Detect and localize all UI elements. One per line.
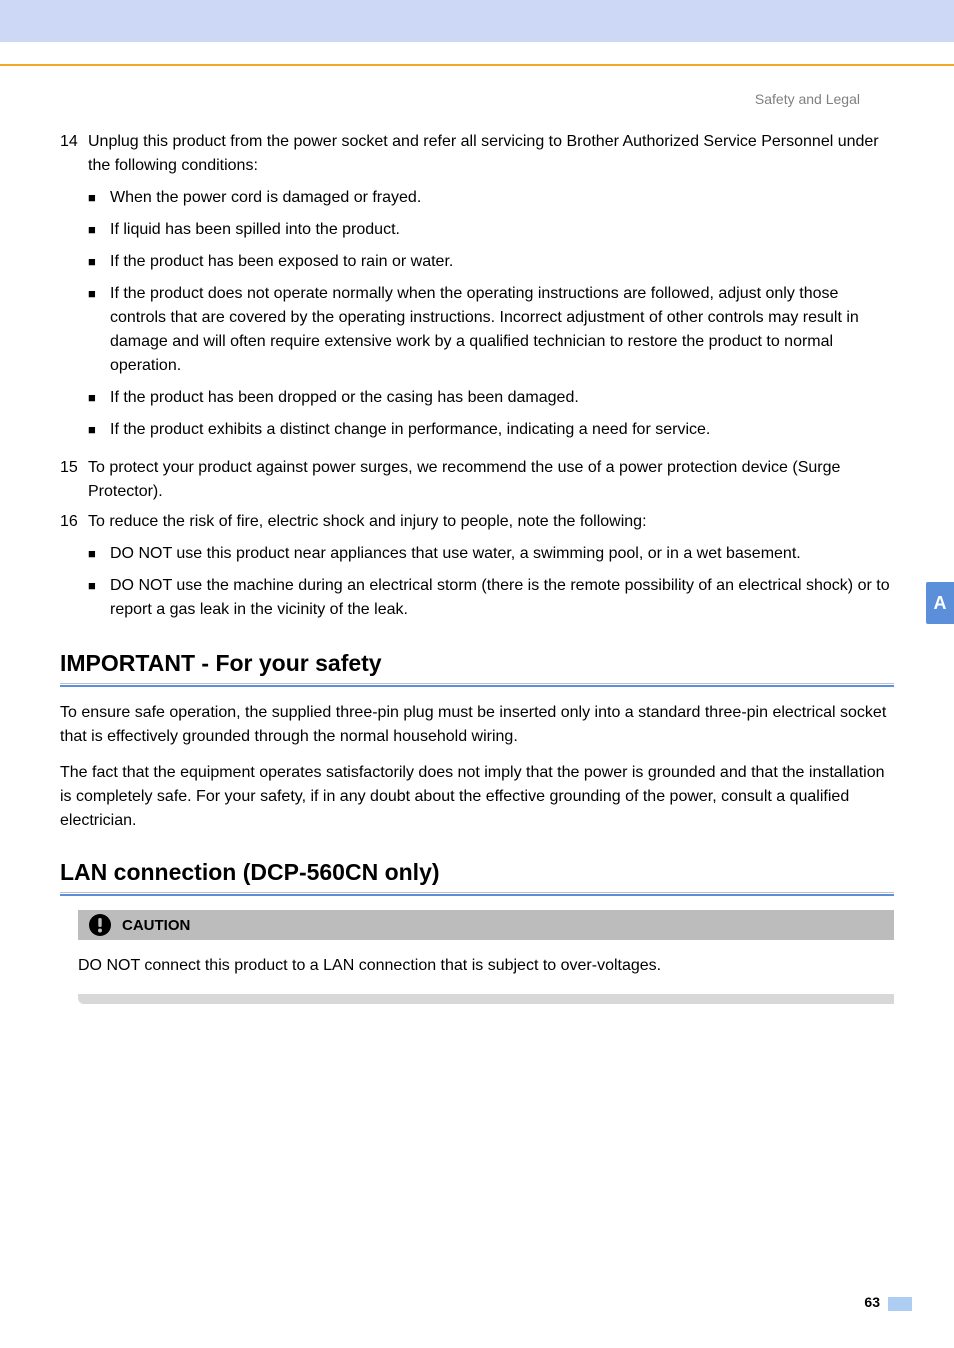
square-bullet-icon: ■ [88,386,110,410]
bullet-text: If the product does not operate normally… [110,282,894,378]
bullet-text: If liquid has been spilled into the prod… [110,218,894,242]
bullet-item: ■ If the product exhibits a distinct cha… [88,418,894,442]
item-intro: Unplug this product from the power socke… [88,133,879,174]
caution-text: DO NOT connect this product to a LAN con… [78,954,878,978]
header-bar [0,0,954,42]
caution-icon [88,913,112,937]
bullet-text: When the power cord is damaged or frayed… [110,186,894,210]
heading-rule [60,892,894,893]
item-number: 15 [60,456,88,504]
caution-footer-bar [78,994,894,1004]
numbered-item-15: 15 To protect your product against power… [60,456,894,504]
bullet-text: If the product has been dropped or the c… [110,386,894,410]
bullet-item: ■ If the product does not operate normal… [88,282,894,378]
caution-body: DO NOT connect this product to a LAN con… [78,940,894,978]
side-tab-letter: A [934,593,947,614]
bullet-item: ■ If the product has been exposed to rai… [88,250,894,274]
square-bullet-icon: ■ [88,282,110,378]
square-bullet-icon: ■ [88,574,110,622]
bullet-item: ■ When the power cord is damaged or fray… [88,186,894,210]
item-body: Unplug this product from the power socke… [88,130,894,450]
caution-label: CAUTION [122,917,190,934]
bullet-item: ■ If liquid has been spilled into the pr… [88,218,894,242]
bullet-text: DO NOT use the machine during an electri… [110,574,894,622]
square-bullet-icon: ■ [88,542,110,566]
numbered-item-14: 14 Unplug this product from the power so… [60,130,894,450]
page-number: 63 [864,1294,880,1310]
square-bullet-icon: ■ [88,250,110,274]
page-number-accent [888,1297,912,1311]
caution-header-bar: CAUTION [78,910,894,940]
item-number: 14 [60,130,88,450]
item-text: To protect your product against power su… [88,456,894,504]
bullet-list-14: ■ When the power cord is damaged or fray… [88,186,894,442]
bullet-item: ■ DO NOT use the machine during an elect… [88,574,894,622]
page-content: 14 Unplug this product from the power so… [60,130,894,1004]
numbered-item-16: 16 To reduce the risk of fire, electric … [60,510,894,630]
heading-rule-accent [60,894,894,896]
item-body: To reduce the risk of fire, electric sho… [88,510,894,630]
bullet-text: If the product exhibits a distinct chang… [110,418,894,442]
header-accent-line [0,64,954,66]
bullet-list-16: ■ DO NOT use this product near appliance… [88,542,894,622]
header-section-title: Safety and Legal [755,91,860,107]
important-paragraph-2: The fact that the equipment operates sat… [60,761,894,833]
item-intro: To reduce the risk of fire, electric sho… [88,513,647,530]
square-bullet-icon: ■ [88,418,110,442]
bullet-text: If the product has been exposed to rain … [110,250,894,274]
heading-rule-accent [60,685,894,687]
item-number: 16 [60,510,88,630]
heading-rule [60,683,894,684]
bullet-item: ■ DO NOT use this product near appliance… [88,542,894,566]
important-paragraph-1: To ensure safe operation, the supplied t… [60,701,894,749]
bullet-text: DO NOT use this product near appliances … [110,542,894,566]
side-tab-appendix: A [926,582,954,624]
bullet-item: ■ If the product has been dropped or the… [88,386,894,410]
heading-lan: LAN connection (DCP-560CN only) [60,859,894,886]
square-bullet-icon: ■ [88,218,110,242]
heading-important: IMPORTANT - For your safety [60,650,894,677]
square-bullet-icon: ■ [88,186,110,210]
